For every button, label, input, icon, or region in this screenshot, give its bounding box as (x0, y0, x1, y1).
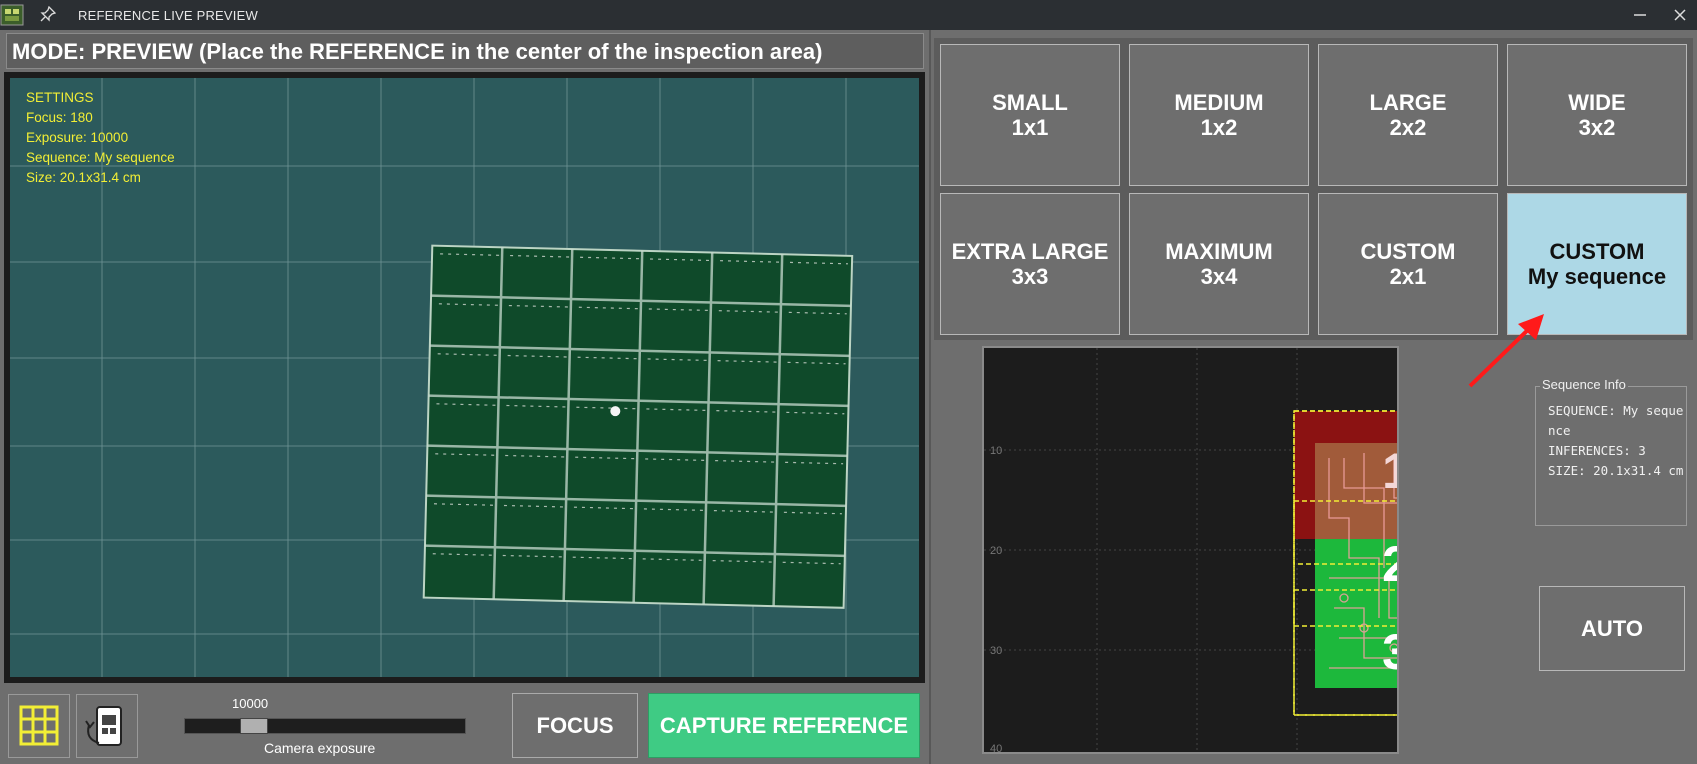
size-dims: 1x2 (1200, 115, 1238, 140)
auto-button[interactable]: AUTO (1539, 586, 1685, 671)
capture-reference-button[interactable]: CAPTURE REFERENCE (648, 693, 920, 758)
title-bar: REFERENCE LIVE PREVIEW (0, 0, 1697, 30)
focus-button[interactable]: FOCUS (512, 693, 638, 758)
size-medium-button[interactable]: MEDIUM 1x2 (1129, 44, 1309, 186)
settings-sequence: Sequence: My sequence (26, 150, 175, 165)
y-tick-20: 20 (990, 545, 1002, 557)
size-name: SMALL (992, 90, 1068, 115)
sequence-info-sequence: SEQUENCE: My sequence (1548, 403, 1684, 438)
zone-label-1: 1 (1382, 443, 1397, 499)
y-tick-30: 30 (990, 645, 1002, 657)
close-icon[interactable] (1670, 5, 1690, 25)
device-rotate-button[interactable] (76, 694, 138, 758)
size-dims: 1x1 (1011, 115, 1049, 140)
settings-exposure: Exposure: 10000 (26, 130, 129, 145)
size-dims: My sequence (1527, 264, 1667, 289)
sequence-info-inferences: INFERENCES: 3 (1548, 443, 1646, 458)
camera-preview: SETTINGS Focus: 180 Exposure: 10000 Sequ… (10, 78, 919, 677)
size-name: WIDE (1568, 90, 1626, 115)
size-extra-large-button[interactable]: EXTRA LARGE 3x3 (940, 193, 1120, 335)
size-small-button[interactable]: SMALL 1x1 (940, 44, 1120, 186)
size-name: MEDIUM (1174, 90, 1264, 115)
settings-overlay: SETTINGS Focus: 180 Exposure: 10000 Sequ… (26, 88, 175, 188)
size-large-button[interactable]: LARGE 2x2 (1318, 44, 1498, 186)
size-name: LARGE (1369, 90, 1447, 115)
size-dims: 3x3 (1011, 264, 1049, 289)
size-dims: 3x2 (1578, 115, 1616, 140)
size-selector-panel: SMALL 1x1 MEDIUM 1x2 LARGE 2x2 WIDE 3x2 … (934, 38, 1693, 340)
exposure-slider-thumb[interactable] (240, 718, 268, 734)
device-rotate-icon (85, 706, 122, 746)
column-divider (929, 30, 931, 764)
exposure-label: Camera exposure (264, 740, 376, 756)
grid-toggle-button[interactable] (8, 694, 70, 758)
size-name: CUSTOM (1549, 239, 1645, 264)
exposure-value: 10000 (232, 696, 269, 711)
pin-icon[interactable] (40, 6, 56, 22)
sequence-plot: 1 2 3 10 20 30 40 (984, 348, 1397, 752)
minimize-icon[interactable] (1630, 5, 1650, 25)
size-name: CUSTOM (1360, 239, 1456, 264)
mode-banner: MODE: PREVIEW (Place the REFERENCE in th… (6, 33, 924, 69)
pointer-arrow-icon (1468, 314, 1544, 388)
y-tick-40: 40 (990, 743, 1002, 752)
size-dims: 2x2 (1389, 115, 1427, 140)
settings-focus: Focus: 180 (26, 110, 93, 125)
exposure-slider[interactable] (184, 718, 466, 734)
size-name: EXTRA LARGE (951, 239, 1109, 264)
camera-preview-frame: SETTINGS Focus: 180 Exposure: 10000 Sequ… (4, 72, 925, 683)
bottom-toolbar: 10000 Camera exposure FOCUS CAPTURE REFE… (4, 686, 925, 760)
y-tick-10: 10 (990, 445, 1002, 457)
sequence-info-size: SIZE: 20.1x31.4 cm (1548, 463, 1684, 478)
size-dims: 3x4 (1200, 264, 1238, 289)
settings-heading: SETTINGS (26, 90, 94, 105)
size-maximum-button[interactable]: MAXIMUM 3x4 (1129, 193, 1309, 335)
zone-label-3: 3 (1382, 624, 1397, 680)
sequence-info-body: SEQUENCE: My sequence INFERENCES: 3 SIZE… (1548, 401, 1684, 481)
grid-icon (19, 705, 59, 746)
size-name: MAXIMUM (1165, 239, 1273, 264)
sequence-info-legend: Sequence Info (1540, 377, 1628, 392)
app-icon (0, 4, 24, 26)
window-title: REFERENCE LIVE PREVIEW (78, 8, 258, 23)
zone-label-2: 2 (1382, 536, 1397, 592)
size-dims: 2x1 (1389, 264, 1427, 289)
settings-size: Size: 20.1x31.4 cm (26, 170, 141, 185)
sequence-info-group: Sequence Info SEQUENCE: My sequence INFE… (1535, 377, 1687, 526)
sequence-visualization: 1 2 3 10 20 30 40 (982, 346, 1399, 754)
size-wide-button[interactable]: WIDE 3x2 (1507, 44, 1687, 186)
